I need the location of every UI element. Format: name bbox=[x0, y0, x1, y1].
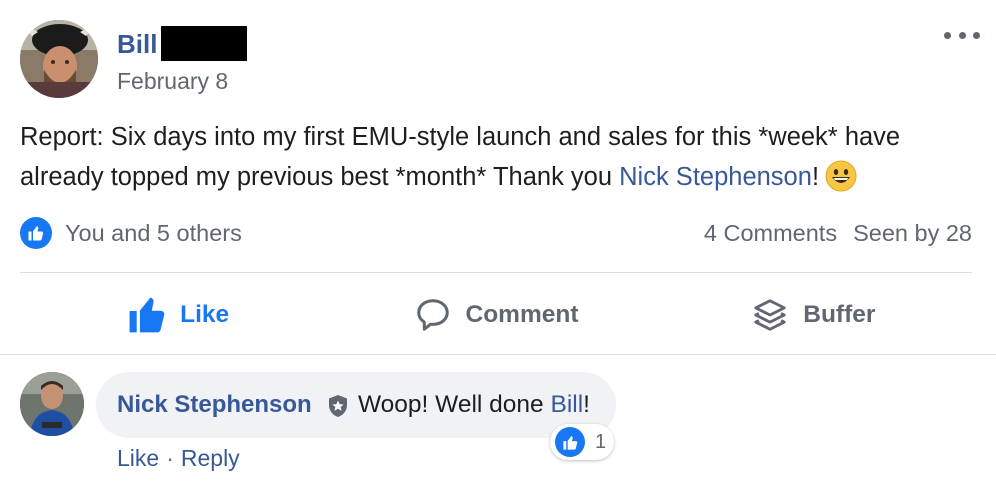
buffer-layers-icon bbox=[754, 299, 786, 331]
comment-reactions[interactable]: 1 bbox=[550, 424, 614, 460]
mention-link[interactable]: Nick Stephenson bbox=[619, 163, 812, 191]
comment-mention-link[interactable]: Bill bbox=[550, 391, 583, 418]
post-text-end: ! bbox=[811, 163, 820, 191]
author-name[interactable]: Bill bbox=[117, 28, 157, 60]
buffer-button[interactable]: Buffer bbox=[655, 286, 972, 344]
grinning-face-emoji-icon bbox=[825, 160, 857, 192]
redaction-bar bbox=[161, 26, 247, 61]
like-reaction-icon bbox=[555, 427, 585, 457]
author-avatar[interactable] bbox=[20, 20, 98, 98]
comment-text: Woop! Well done Bill! bbox=[358, 390, 590, 420]
comment-text-body: Woop! Well done bbox=[358, 391, 551, 418]
comment-icon bbox=[416, 299, 449, 331]
comment-label: Comment bbox=[465, 301, 579, 328]
post-actions-bar: Like Comment Buffer bbox=[20, 286, 972, 344]
post-date[interactable]: February 8 bbox=[117, 66, 228, 96]
like-reaction-icon bbox=[20, 217, 52, 249]
post-card: Bill February 8 Report: Six days into my… bbox=[0, 0, 996, 492]
comment-like-count: 1 bbox=[595, 430, 607, 453]
post-stats: 4 Comments Seen by 28 bbox=[704, 216, 972, 250]
admin-shield-icon bbox=[329, 395, 347, 417]
separator-dot: · bbox=[166, 445, 174, 471]
reactions-count-text[interactable]: You and 5 others bbox=[65, 220, 242, 247]
comment-actions: Like · Reply bbox=[117, 443, 240, 473]
comment-like-link[interactable]: Like bbox=[117, 445, 159, 471]
buffer-label: Buffer bbox=[803, 301, 876, 328]
comments-count[interactable]: 4 Comments bbox=[704, 220, 837, 247]
comment-reply-link[interactable]: Reply bbox=[181, 445, 240, 471]
thumbs-up-icon bbox=[129, 297, 165, 333]
more-options-icon[interactable] bbox=[944, 22, 980, 48]
comment-button[interactable]: Comment bbox=[337, 286, 654, 344]
comment-text-end: ! bbox=[583, 391, 590, 418]
seen-count[interactable]: Seen by 28 bbox=[853, 220, 972, 247]
divider bbox=[0, 354, 996, 355]
like-label: Like bbox=[180, 301, 230, 328]
commenter-name[interactable]: Nick Stephenson bbox=[117, 390, 312, 420]
post-text: Report: Six days into my first EMU-style… bbox=[20, 117, 980, 197]
like-button[interactable]: Like bbox=[20, 286, 337, 344]
divider bbox=[20, 272, 972, 273]
commenter-avatar[interactable] bbox=[20, 372, 84, 436]
reactions-summary[interactable]: You and 5 others bbox=[20, 216, 242, 250]
